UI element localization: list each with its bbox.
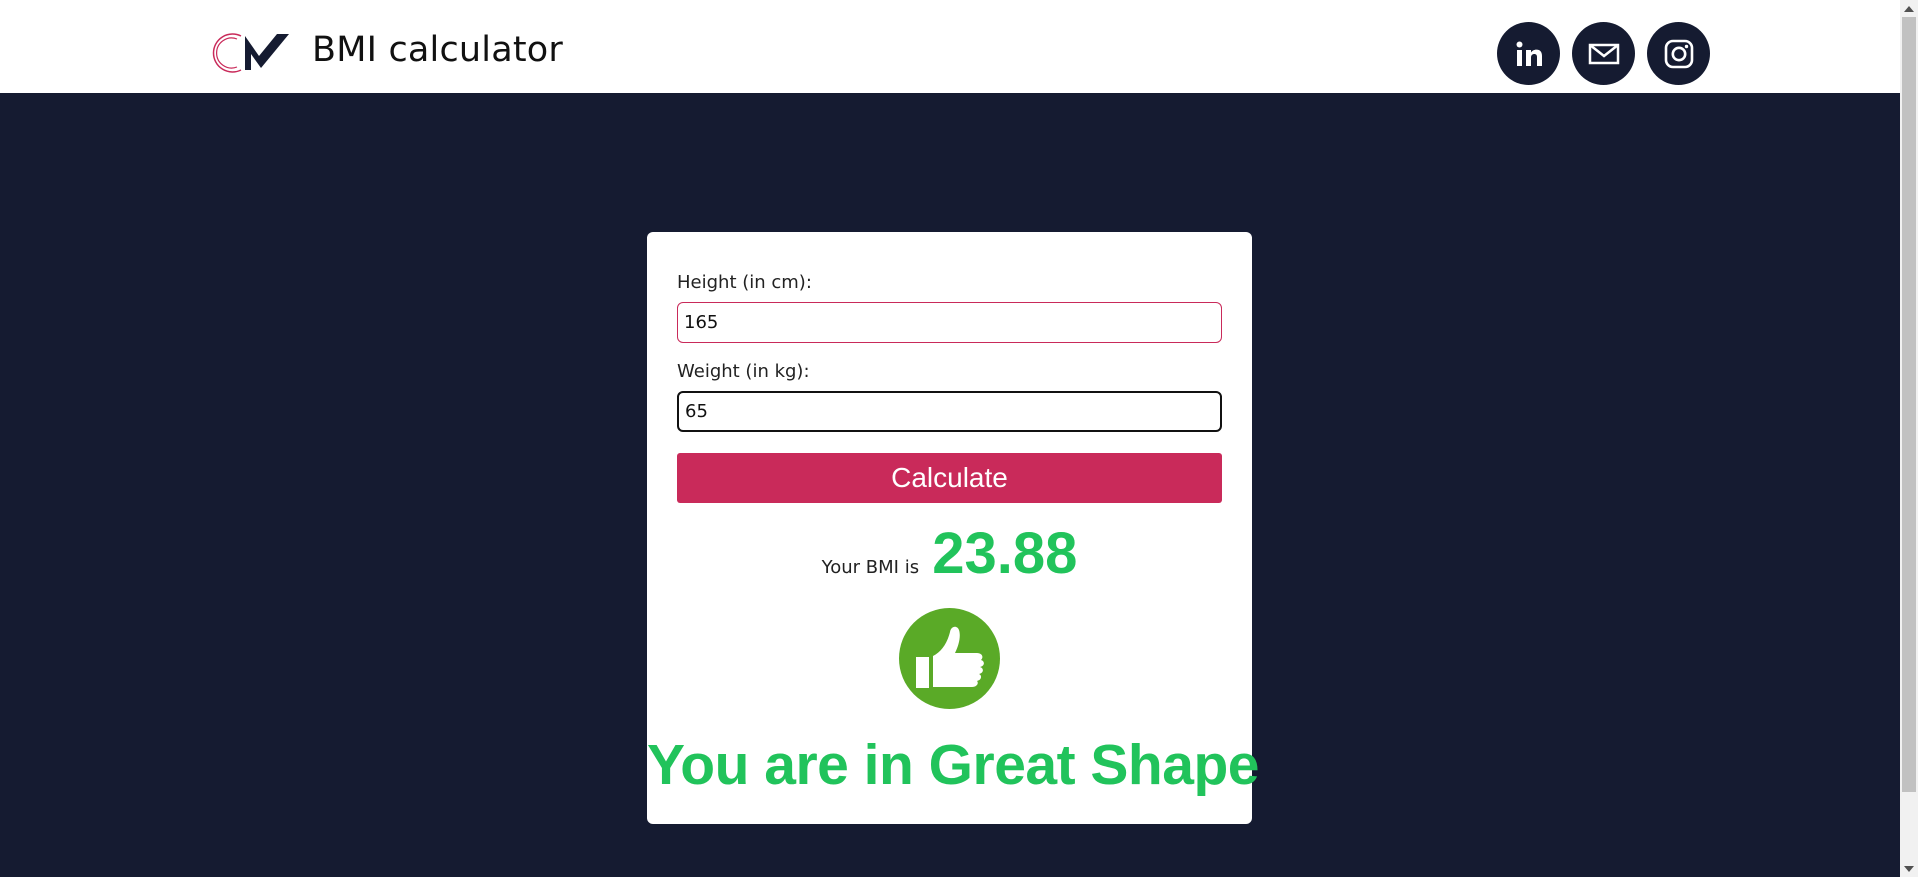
height-label: Height (in cm): (677, 272, 812, 293)
main-area: Height (in cm): Weight (in kg): Calculat… (0, 93, 1900, 877)
bmi-result: Your BMI is 23.88 (647, 520, 1252, 587)
scroll-up-arrow-icon[interactable] (1900, 0, 1918, 17)
top-header: BMI calculator (0, 0, 1900, 93)
status-message: You are in Great Shape (647, 733, 1259, 797)
bmi-value: 23.88 (932, 521, 1078, 586)
instagram-icon (1664, 39, 1693, 68)
scrollbar-thumb[interactable] (1902, 17, 1916, 792)
vertical-scrollbar[interactable] (1900, 0, 1918, 877)
scroll-down-arrow-icon[interactable] (1900, 860, 1918, 877)
linkedin-button[interactable] (1497, 22, 1560, 85)
weight-input[interactable] (677, 391, 1222, 432)
weight-label: Weight (in kg): (677, 361, 810, 382)
height-input[interactable] (677, 302, 1222, 343)
bmi-card: Height (in cm): Weight (in kg): Calculat… (647, 232, 1259, 824)
app-title: BMI calculator (312, 30, 563, 70)
mail-icon (1588, 43, 1619, 64)
thumbs-up-icon (899, 608, 1000, 709)
mail-button[interactable] (1572, 22, 1635, 85)
bmi-result-label: Your BMI is (821, 557, 920, 578)
instagram-button[interactable] (1647, 22, 1710, 85)
calculate-button[interactable]: Calculate (677, 453, 1222, 503)
linkedin-icon (1516, 41, 1542, 66)
cm-logo-icon[interactable] (203, 30, 291, 76)
